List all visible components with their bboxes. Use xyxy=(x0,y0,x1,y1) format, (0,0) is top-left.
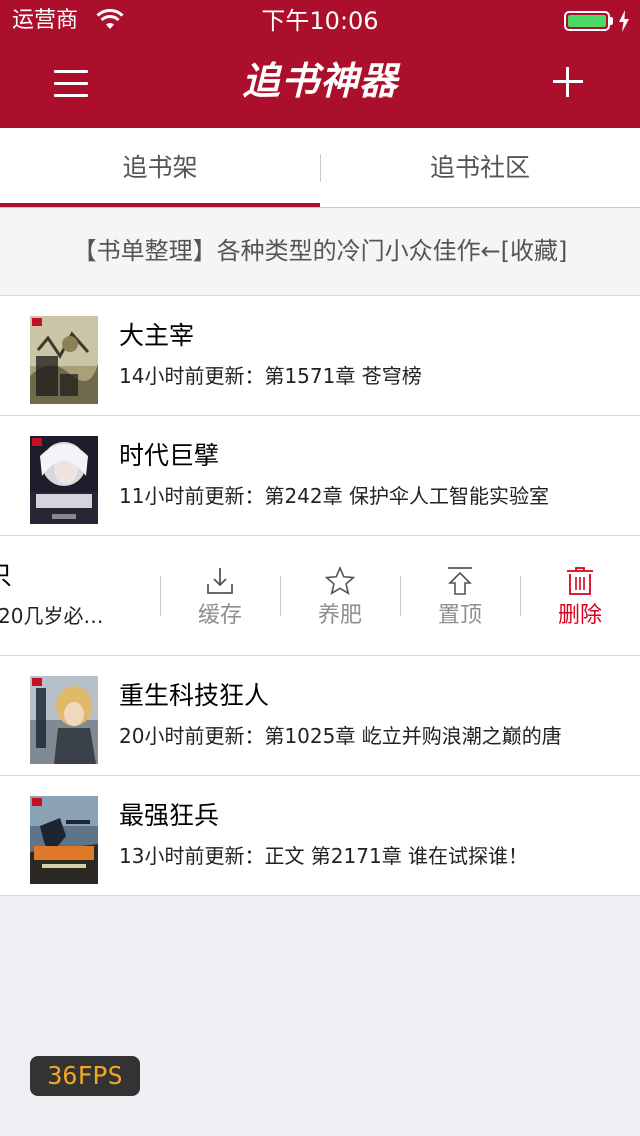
pin-top-label: 置顶 xyxy=(437,603,482,628)
booklist-banner[interactable]: 【书单整理】各种类型的冷门小众佳作←[收藏] xyxy=(0,208,640,296)
tab-bar: 追书架 追书社区 xyxy=(0,128,640,208)
pin-top-button[interactable]: 置顶 xyxy=(400,536,520,655)
app-header: 运营商 下午10:06 追书神器 xyxy=(0,0,640,128)
delete-label: 删除 xyxy=(557,603,602,628)
book-title: 时代巨擘 xyxy=(119,441,220,470)
book-update: 14小时前更新：第1571章 苍穹榜 xyxy=(119,364,422,388)
star-icon xyxy=(325,566,355,595)
book-update: 盘20几岁必… xyxy=(0,604,104,628)
battery-fill xyxy=(568,15,606,27)
book-row-swiped[interactable]: 只 盘20几岁必… 缓存 养肥 置顶 xyxy=(0,536,640,656)
book-row[interactable]: 时代巨擘 11小时前更新：第242章 保护伞人工智能实验室 xyxy=(0,416,640,536)
app-title: 追书神器 xyxy=(241,59,398,103)
book-update: 11小时前更新：第242章 保护伞人工智能实验室 xyxy=(119,484,549,508)
book-title: 只 xyxy=(0,560,12,592)
book-cover xyxy=(30,316,98,404)
book-update: 20小时前更新：第1025章 屹立并购浪潮之巅的唐 xyxy=(119,724,562,748)
download-icon xyxy=(207,568,233,594)
fatten-label: 养肥 xyxy=(317,603,362,628)
delete-button[interactable]: 删除 xyxy=(520,536,640,655)
add-icon[interactable] xyxy=(553,67,583,97)
cache-label: 缓存 xyxy=(197,603,242,628)
book-cover xyxy=(30,676,98,764)
book-row[interactable]: 重生科技狂人 20小时前更新：第1025章 屹立并购浪潮之巅的唐 xyxy=(0,656,640,776)
book-row[interactable]: 大主宰 14小时前更新：第1571章 苍穹榜 xyxy=(0,296,640,416)
book-title: 大主宰 xyxy=(119,321,195,350)
book-update: 13小时前更新：正文 第2171章 谁在试探谁！ xyxy=(119,844,529,868)
book-title: 最强狂兵 xyxy=(119,801,220,830)
book-row[interactable]: 最强狂兵 13小时前更新：正文 第2171章 谁在试探谁！ xyxy=(0,776,640,896)
pin-top-icon xyxy=(448,567,472,595)
fps-badge: 36FPS xyxy=(30,1056,140,1096)
status-bar: 运营商 下午10:06 xyxy=(0,0,640,40)
status-time: 下午10:06 xyxy=(261,7,379,35)
battery-cap xyxy=(610,17,613,25)
book-list: 大主宰 14小时前更新：第1571章 苍穹榜 时代巨擘 11小时前更新：第242… xyxy=(0,296,640,896)
fatten-button[interactable]: 养肥 xyxy=(280,536,400,655)
tab-bookshelf[interactable]: 追书架 xyxy=(0,128,320,208)
trash-icon xyxy=(567,567,593,595)
book-title: 重生科技狂人 xyxy=(119,681,270,710)
swiped-book-content[interactable]: 只 盘20几岁必… xyxy=(0,536,160,655)
cache-button[interactable]: 缓存 xyxy=(160,536,280,655)
tab-community[interactable]: 追书社区 xyxy=(320,128,640,208)
active-tab-indicator xyxy=(0,203,320,207)
charging-bolt-icon xyxy=(619,10,629,32)
book-cover xyxy=(30,436,98,524)
battery-icon xyxy=(564,11,610,31)
book-cover xyxy=(30,796,98,884)
